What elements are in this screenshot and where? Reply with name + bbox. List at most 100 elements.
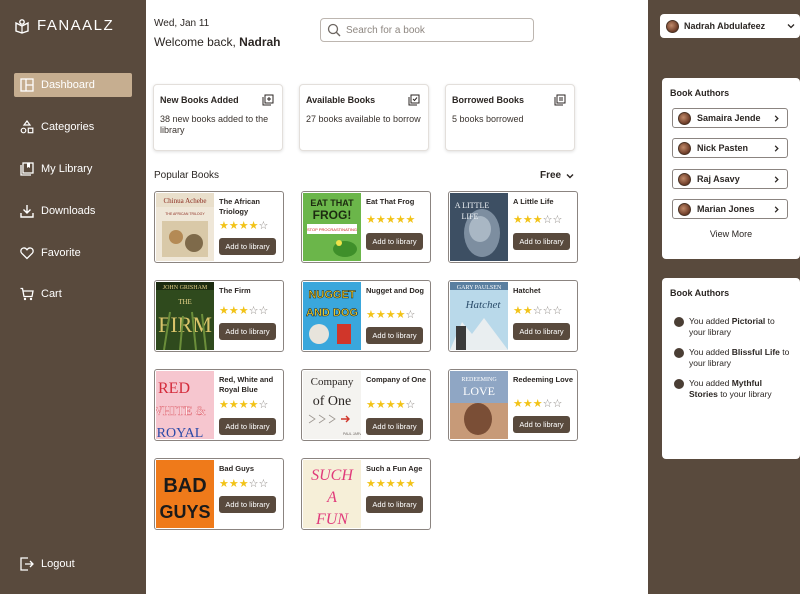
add-to-library-button[interactable]: Add to library	[219, 496, 276, 513]
book-card-the-firm[interactable]: JOHN GRISHAM THE FIRM The Firm ★★★☆☆ Add t…	[154, 280, 284, 352]
book-cover: JOHN GRISHAM THE FIRM	[156, 282, 214, 350]
panel-title: Book Authors	[670, 88, 730, 98]
star-filled-icon: ★	[219, 478, 229, 490]
book-card-hatchet[interactable]: GARY PAULSEN Hatchet Hatchet ★★☆☆☆ Add to…	[448, 280, 578, 352]
search-box[interactable]	[320, 18, 534, 42]
cart-icon	[20, 287, 34, 301]
star-filled-icon: ★	[375, 399, 386, 411]
star-empty-icon: ☆	[552, 214, 563, 226]
svg-text:THE AFRICAN TRILOGY: THE AFRICAN TRILOGY	[165, 212, 205, 216]
activity-text: You added Blissful Life to your library	[689, 347, 792, 369]
add-to-library-button[interactable]: Add to library	[366, 418, 423, 435]
sidebar-item-my-library[interactable]: My Library	[14, 157, 132, 181]
sidebar-item-downloads[interactable]: Downloads	[14, 199, 132, 223]
activity-prefix: You added	[689, 347, 732, 357]
author-name: Raj Asavy	[697, 174, 740, 184]
stat-card-borrowed-books[interactable]: Borrowed Books 5 books borrowed	[445, 84, 575, 151]
book-card-such-a-fun-age[interactable]: SUCH A FUN Such a Fun Age ★★★★★ Add to lib…	[301, 458, 431, 530]
svg-text:BAD: BAD	[163, 475, 206, 497]
svg-text:A: A	[326, 489, 337, 506]
book-cover: Company of One PAUL JARVIS	[303, 371, 361, 439]
star-rating: ★★★☆☆	[513, 399, 562, 410]
book-cover: A LITTLE LIFE	[450, 193, 508, 261]
book-cover: GARY PAULSEN Hatchet	[450, 282, 508, 350]
brand-logo[interactable]: FANAALZ	[14, 17, 114, 34]
star-rating: ★★★☆☆	[219, 479, 268, 490]
star-filled-icon: ★	[395, 309, 406, 321]
avatar	[678, 111, 691, 125]
author-name: Nick Pasten	[697, 143, 749, 153]
user-menu-dropdown[interactable]: Nadrah Abdulafeez	[660, 14, 800, 38]
author-item[interactable]: Samaira Jende	[672, 108, 788, 128]
svg-text:THE: THE	[178, 298, 192, 306]
book-card-company-of-one[interactable]: Company of One PAUL JARVIS Company of One …	[301, 369, 431, 441]
star-filled-icon: ★	[532, 214, 543, 226]
svg-text:EAT THAT: EAT THAT	[310, 198, 354, 208]
add-to-library-button[interactable]: Add to library	[513, 323, 570, 340]
book-card-red-white-and-royal-blue[interactable]: RED WHITE & ROYAL Red, White and Royal Blu…	[154, 369, 284, 441]
star-empty-icon: ☆	[552, 305, 563, 317]
star-filled-icon: ★	[238, 478, 249, 490]
add-to-library-button[interactable]: Add to library	[219, 238, 276, 255]
star-filled-icon: ★	[238, 399, 249, 411]
sidebar-item-categories[interactable]: Categories	[14, 115, 132, 139]
stat-card-available-books[interactable]: Available Books 27 books available to bo…	[299, 84, 429, 151]
add-to-library-button[interactable]: Add to library	[219, 418, 276, 435]
book-title: A Little Life	[513, 197, 554, 206]
welcome-user-name: Nadrah	[239, 35, 281, 49]
star-empty-icon: ☆	[405, 399, 416, 411]
star-filled-icon: ★	[228, 220, 239, 232]
main-content: Wed, Jan 11 Welcome back, Nadrah New Boo…	[146, 0, 648, 594]
svg-text:FROG!: FROG!	[313, 208, 352, 222]
svg-text:JOHN GRISHAM: JOHN GRISHAM	[163, 285, 208, 291]
svg-text:A LITTLE: A LITTLE	[455, 201, 490, 210]
star-filled-icon: ★	[366, 214, 376, 226]
check-book-icon	[408, 94, 420, 106]
star-filled-icon: ★	[385, 478, 396, 490]
sidebar-item-favorite[interactable]: Favorite	[14, 241, 132, 265]
svg-text:AND DOG: AND DOG	[306, 307, 358, 319]
author-item[interactable]: Nick Pasten	[672, 138, 788, 158]
book-card-the-african-triology[interactable]: Chinua Achebe THE AFRICAN TRILOGY The Afr…	[154, 191, 284, 263]
star-rating: ★★★★★	[366, 215, 415, 226]
book-card-nugget-and-dog[interactable]: NUGGET AND DOG Nugget and Dog ★★★★☆ Add t…	[301, 280, 431, 352]
panel-title: Book Authors	[670, 288, 730, 298]
add-to-library-button[interactable]: Add to library	[219, 323, 276, 340]
svg-text:STOP PROCRASTINATING: STOP PROCRASTINATING	[307, 227, 357, 232]
current-date: Wed, Jan 11	[154, 18, 210, 29]
price-filter-dropdown[interactable]: Free	[540, 170, 575, 181]
add-to-library-button[interactable]: Add to library	[513, 233, 570, 250]
author-item[interactable]: Raj Asavy	[672, 169, 788, 189]
book-card-bad-guys[interactable]: BAD GUYS Bad Guys ★★★☆☆ Add to library	[154, 458, 284, 530]
sidebar-item-cart[interactable]: Cart	[14, 282, 132, 306]
add-to-library-button[interactable]: Add to library	[513, 416, 570, 433]
stat-card-new-books[interactable]: New Books Added 38 new books added to th…	[153, 84, 283, 151]
add-to-library-button[interactable]: Add to library	[366, 496, 423, 513]
sidebar-item-dashboard[interactable]: Dashboard	[14, 73, 132, 97]
book-title: Bad Guys	[219, 464, 255, 473]
star-rating: ★★★★☆	[219, 400, 268, 411]
activity-dot	[674, 379, 684, 389]
book-card-eat-that-frog[interactable]: EAT THAT FROG! STOP PROCRASTINATING Eat Th…	[301, 191, 431, 263]
stat-title: New Books Added	[160, 95, 239, 105]
author-item[interactable]: Marian Jones	[672, 199, 788, 219]
add-book-icon	[262, 94, 274, 106]
book-card-redeeming-love[interactable]: REDEEMING LOVE Redeeming Love ★★★☆☆ Add t…	[448, 369, 578, 441]
svg-text:GUYS: GUYS	[159, 502, 210, 522]
search-icon	[327, 23, 341, 37]
sidebar-item-label: Cart	[41, 288, 62, 300]
logout-button[interactable]: Logout	[14, 552, 132, 576]
add-to-library-button[interactable]: Add to library	[366, 327, 423, 344]
activity-book[interactable]: Blissful Life	[732, 347, 780, 357]
book-authors-panel: Book Authors Samaira Jende Nick Pasten R…	[662, 78, 800, 259]
star-filled-icon: ★	[513, 305, 523, 317]
logout-label: Logout	[41, 558, 75, 570]
add-to-library-button[interactable]: Add to library	[366, 233, 423, 250]
welcome-prefix: Welcome back,	[154, 35, 240, 49]
activity-book[interactable]: Pictorial	[732, 316, 766, 326]
search-input[interactable]	[346, 24, 526, 36]
book-cover: Chinua Achebe THE AFRICAN TRILOGY	[156, 193, 214, 261]
star-filled-icon: ★	[228, 305, 239, 317]
view-more-link[interactable]: View More	[662, 229, 800, 239]
book-card-a-little-life[interactable]: A LITTLE LIFE A Little Life ★★★☆☆ Add to …	[448, 191, 578, 263]
